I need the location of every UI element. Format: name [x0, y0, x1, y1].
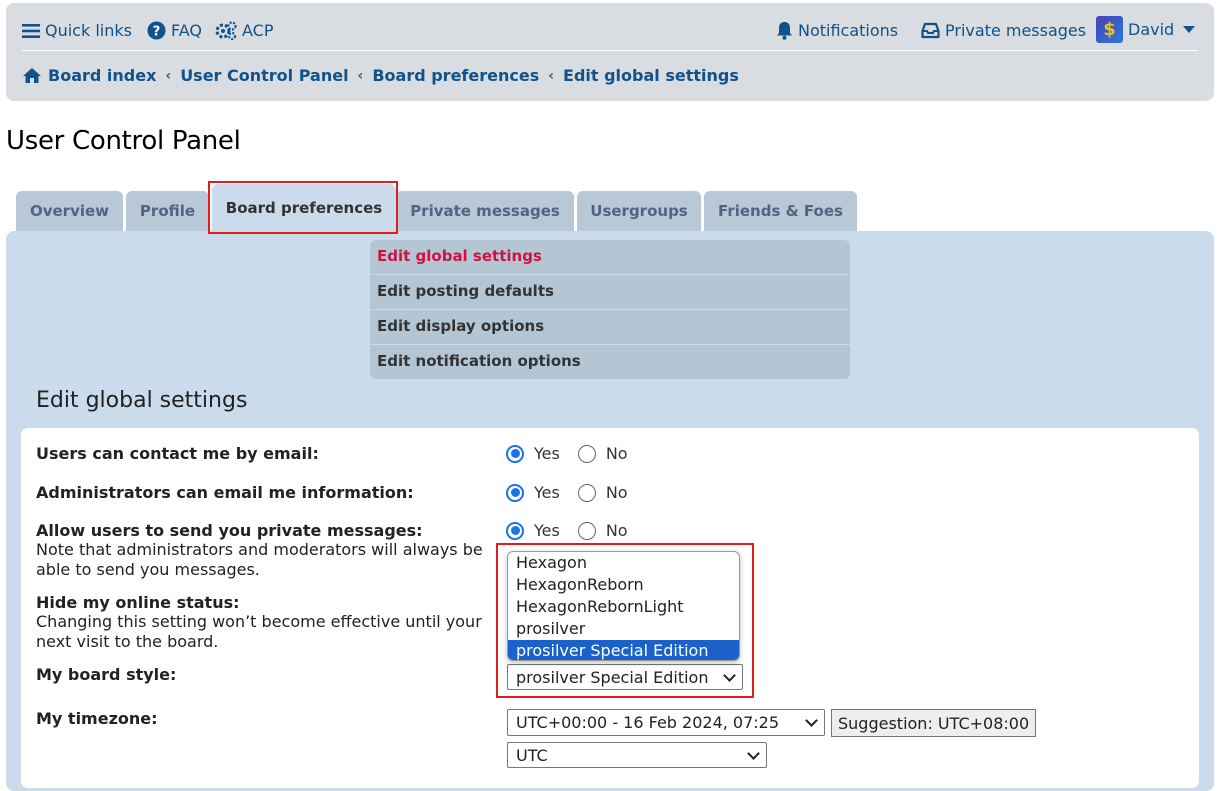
admin-email-label: Administrators can email me information: [36, 483, 414, 502]
timezone-label: My timezone: [36, 709, 158, 728]
no-label: No [605, 521, 628, 540]
breadcrumb-user-control-panel[interactable]: User Control Panel [180, 66, 348, 85]
private-messages-label: Private messages [945, 21, 1087, 40]
page-title: User Control Panel [6, 126, 241, 156]
timezone-value: UTC [516, 745, 548, 765]
submenu-edit-notification-options[interactable]: Edit notification options [370, 345, 850, 379]
username-label: David [1128, 20, 1175, 39]
admin-email-yes-radio[interactable] [506, 483, 524, 502]
quick-links-label: Quick links [45, 21, 132, 40]
navbar-top-row: Quick links ? FAQ ACP Notifications Priv… [22, 11, 1198, 51]
breadcrumb-separator-icon: ‹ [548, 67, 555, 84]
no-label: No [605, 444, 628, 463]
faq-link[interactable]: ? FAQ [147, 21, 202, 40]
tab-friends-foes[interactable]: Friends & Foes [704, 191, 857, 231]
tab-overview[interactable]: Overview [16, 191, 123, 231]
allow-pm-radios: Yes No [506, 521, 628, 540]
no-label: No [605, 483, 628, 502]
inbox-icon [921, 22, 940, 39]
timezone-suggestion-button[interactable]: Suggestion: UTC+08:00 [831, 709, 1037, 737]
acp-label: ACP [242, 21, 274, 40]
breadcrumb-separator-icon: ‹ [357, 67, 364, 84]
yes-label: Yes [534, 521, 560, 540]
tab-usergroups[interactable]: Usergroups [577, 191, 701, 231]
quick-links-button[interactable]: Quick links [22, 21, 132, 40]
bell-icon [777, 22, 792, 40]
breadcrumb-edit-global-settings[interactable]: Edit global settings [563, 66, 739, 85]
caret-down-icon [1183, 26, 1196, 33]
acp-link[interactable]: ACP [215, 21, 273, 40]
yes-label: Yes [534, 483, 560, 502]
allow-pm-explain: Note that administrators and moderators … [36, 540, 483, 579]
tab-private-messages[interactable]: Private messages [396, 191, 574, 231]
svg-text:?: ? [153, 24, 161, 39]
board-style-highlight [496, 543, 754, 698]
hamburger-icon [22, 23, 40, 38]
hide-online-explain: Changing this setting won’t become effec… [36, 612, 482, 651]
notifications-button[interactable]: Notifications [776, 21, 898, 40]
section-title: Edit global settings [36, 388, 248, 413]
chevron-down-icon [805, 714, 818, 727]
breadcrumb: Board index ‹ User Control Panel ‹ Board… [22, 66, 739, 85]
hide-online-label: Hide my online status: [36, 593, 240, 612]
allow-pm-no-radio[interactable] [577, 521, 596, 540]
admin-email-no-radio[interactable] [577, 483, 596, 502]
tab-profile[interactable]: Profile [126, 191, 209, 231]
submenu-edit-global-settings[interactable]: Edit global settings [370, 240, 850, 274]
yes-label: Yes [534, 444, 560, 463]
contact-email-no-radio[interactable] [577, 444, 596, 463]
chevron-down-icon [747, 747, 760, 760]
contact-email-radios: Yes No [506, 444, 628, 463]
user-menu[interactable]: $ David [1096, 16, 1196, 43]
timezone-date-select[interactable]: UTC+00:00 - 16 Feb 2024, 07:25 [507, 709, 825, 736]
contact-email-yes-radio[interactable] [506, 444, 524, 463]
breadcrumb-board-index[interactable]: Board index [48, 66, 156, 85]
home-icon [23, 68, 41, 83]
contact-email-label: Users can contact me by email: [36, 444, 319, 463]
timezone-select[interactable]: UTC [507, 742, 767, 768]
timezone-date-value: UTC+00:00 - 16 Feb 2024, 07:25 [516, 713, 780, 732]
breadcrumb-separator-icon: ‹ [165, 67, 172, 84]
active-tab-highlight [208, 181, 398, 234]
avatar: $ [1096, 16, 1123, 43]
preferences-submenu: Edit global settings Edit posting defaul… [370, 240, 850, 380]
gears-icon [215, 21, 237, 40]
allow-pm-yes-radio[interactable] [506, 521, 524, 540]
submenu-edit-posting-defaults[interactable]: Edit posting defaults [370, 275, 850, 309]
breadcrumb-board-preferences[interactable]: Board preferences [372, 66, 539, 85]
faq-label: FAQ [171, 21, 202, 40]
notifications-label: Notifications [798, 21, 899, 40]
navbar: Quick links ? FAQ ACP Notifications Priv… [6, 3, 1214, 101]
board-style-label: My board style: [36, 665, 177, 684]
admin-email-radios: Yes No [506, 483, 628, 502]
private-messages-link[interactable]: Private messages [921, 21, 1086, 40]
submenu-edit-display-options[interactable]: Edit display options [370, 310, 850, 344]
question-circle-icon: ? [147, 21, 166, 40]
allow-pm-label: Allow users to send you private messages… [36, 521, 423, 540]
